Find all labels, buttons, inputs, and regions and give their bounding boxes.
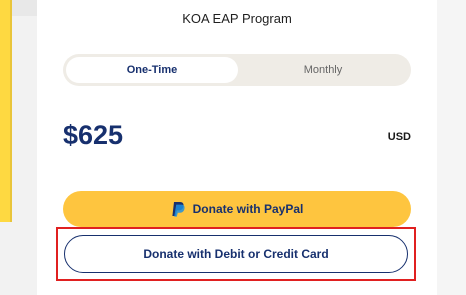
background-right-band (436, 0, 466, 295)
one-time-option[interactable]: One-Time (66, 57, 238, 83)
background-panel-edge (10, 0, 12, 222)
paypal-icon (172, 202, 185, 217)
background-yellow-panel (0, 0, 10, 222)
donate-with-card-button[interactable]: Donate with Debit or Credit Card (64, 235, 408, 273)
currency-label: USD (387, 131, 411, 143)
donation-amount[interactable]: $625 (63, 120, 123, 151)
frequency-toggle: One-Time Monthly (63, 54, 411, 86)
donation-form: KOA EAP Program One-Time Monthly $625 US… (37, 0, 437, 295)
monthly-option[interactable]: Monthly (238, 57, 408, 83)
program-title: KOA EAP Program (182, 11, 292, 26)
donate-with-paypal-button[interactable]: Donate with PayPal (63, 191, 411, 227)
paypal-button-label: Donate with PayPal (192, 202, 304, 216)
card-button-label: Donate with Debit or Credit Card (143, 247, 329, 261)
